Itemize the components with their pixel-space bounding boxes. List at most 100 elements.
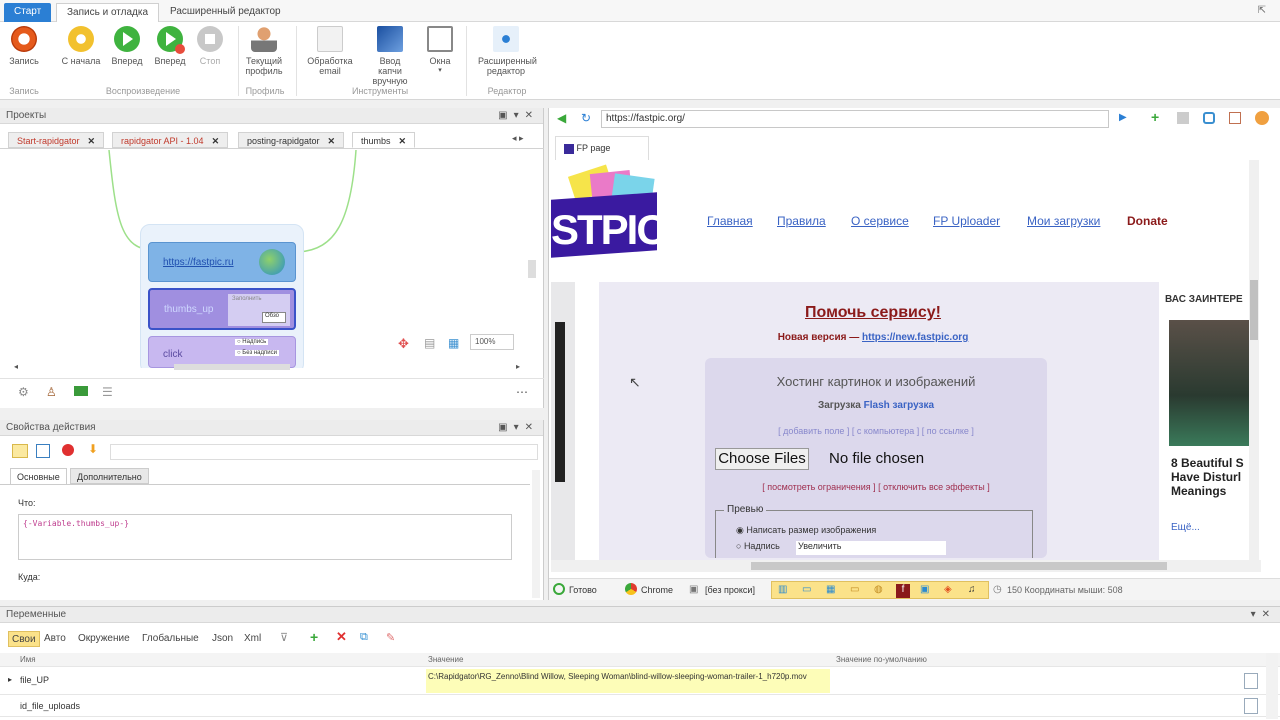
grid-icon[interactable]: ▦ xyxy=(448,336,459,350)
close-icon[interactable]: ✕ xyxy=(399,136,407,146)
tab-main[interactable]: Основные xyxy=(10,468,67,484)
navigate-node[interactable]: https://fastpic.ru xyxy=(148,242,296,282)
nav-about-link[interactable]: О сервисе xyxy=(851,214,909,228)
window-icon[interactable] xyxy=(1203,112,1215,124)
action-search-input[interactable] xyxy=(110,444,538,460)
list-icon[interactable]: ☰ xyxy=(102,385,113,399)
project-tab-start[interactable]: Start-rapidgator ✕ xyxy=(8,132,105,148)
stop-button[interactable]: Стоп xyxy=(187,26,233,66)
nav-home-link[interactable]: Главная xyxy=(707,214,753,228)
cookie-icon[interactable] xyxy=(1255,111,1269,125)
settings-icon[interactable]: ⚙ xyxy=(18,385,29,399)
windows-button[interactable]: Окна ▾ xyxy=(417,26,463,76)
url-input[interactable]: https://fastpic.org/ xyxy=(601,110,1109,128)
vertical-scrollbar[interactable] xyxy=(528,260,536,278)
screen-icon[interactable] xyxy=(1229,112,1241,124)
from-start-button[interactable]: С начала xyxy=(58,26,104,66)
tab-xml[interactable]: Xml xyxy=(244,631,261,647)
download-icon[interactable]: ⬇ xyxy=(88,442,98,456)
tab-global-vars[interactable]: Глобальные xyxy=(142,631,199,647)
flash-upload-link[interactable]: Flash загрузка xyxy=(864,400,934,411)
mode-frame-icon[interactable]: ▭ xyxy=(802,584,811,595)
record-dot-icon[interactable] xyxy=(62,444,74,456)
image-icon[interactable] xyxy=(74,386,88,396)
mode-flash-icon[interactable]: f xyxy=(896,584,910,598)
choose-files-button[interactable]: Choose Files xyxy=(715,448,809,470)
new-version-link[interactable]: https://new.fastpic.org xyxy=(862,332,968,343)
copy-icon[interactable]: ⧉ xyxy=(360,631,368,644)
tab-env-vars[interactable]: Окружение xyxy=(78,631,130,647)
tab-start[interactable]: Старт xyxy=(4,3,52,22)
nav-my-uploads-link[interactable]: Мои загрузки xyxy=(1027,214,1100,228)
browser-tab[interactable]: FP page xyxy=(555,136,649,160)
back-icon[interactable]: ◀ xyxy=(557,111,566,125)
recommend-image[interactable] xyxy=(1169,320,1259,446)
refresh-icon[interactable]: ↻ xyxy=(581,111,591,125)
close-icon[interactable]: ✕ xyxy=(328,136,336,146)
more-link[interactable]: Ещё... xyxy=(1171,522,1200,533)
panel-controls[interactable]: ▣▾✕ xyxy=(498,422,539,433)
col-value[interactable]: Значение xyxy=(428,653,463,667)
row-expander-icon[interactable]: ▸ xyxy=(8,675,12,684)
edit-value-icon[interactable] xyxy=(1244,698,1258,714)
mode-bulb-icon[interactable]: ◍ xyxy=(874,584,883,595)
panel-controls[interactable]: ▾✕ xyxy=(1251,609,1276,620)
panel-controls[interactable]: ▣▾✕ xyxy=(498,110,539,121)
close-icon[interactable]: ✕ xyxy=(212,136,220,146)
add-variable-icon[interactable]: + xyxy=(310,629,318,645)
window-icon[interactable] xyxy=(36,444,50,458)
option-caption-radio[interactable]: ○ Надпись xyxy=(736,541,780,551)
tab-own-vars[interactable]: Свои xyxy=(8,631,40,647)
edit-value-icon[interactable] xyxy=(1244,673,1258,689)
tab-additional[interactable]: Дополнительно xyxy=(70,468,149,484)
close-icon[interactable]: ✕ xyxy=(88,136,96,146)
fastpic-logo[interactable]: STPIC xyxy=(551,164,673,270)
mode-monitor-icon[interactable]: ▣ xyxy=(920,584,929,595)
move-icon[interactable]: ✥ xyxy=(398,336,409,352)
table-row[interactable]: ▸ file_UP C:\Rapidgator\RG_Zenno\Blind W… xyxy=(0,667,1280,695)
page-scrollbar[interactable] xyxy=(1249,160,1259,560)
thumbs-up-node[interactable]: thumbs_up Заполнить Обзо xyxy=(148,288,296,330)
collapse-ribbon-icon[interactable]: ⇱ xyxy=(1258,5,1266,16)
var-value[interactable]: C:\Rapidgator\RG_Zenno\Blind Willow, Sle… xyxy=(426,669,830,693)
add-field-links[interactable]: [ добавить поле ] [ с компьютера ] [ по … xyxy=(705,426,1047,436)
tab-record-debug[interactable]: Запись и отладка xyxy=(56,3,160,22)
zoom-select[interactable]: 100% xyxy=(470,334,514,350)
add-tab-icon[interactable]: + xyxy=(1151,109,1159,125)
mode-box-icon[interactable]: ▭ xyxy=(850,584,859,595)
horizontal-scrollbar[interactable]: ◂ ▸ xyxy=(14,362,520,372)
browser-type[interactable]: Chrome xyxy=(641,585,673,595)
col-name[interactable]: Имя xyxy=(20,653,36,667)
more-icon[interactable]: ⋯ xyxy=(516,385,528,399)
mode-eraser-icon[interactable]: ◈ xyxy=(944,584,952,595)
tab-scroll-arrows[interactable]: ◂ ▸ xyxy=(512,133,524,144)
forward-button[interactable]: Вперед xyxy=(104,26,150,66)
user-icon[interactable]: ♙ xyxy=(46,385,57,399)
tab-json[interactable]: Json xyxy=(212,631,233,647)
go-icon[interactable]: ▶ xyxy=(1119,112,1127,123)
project-tab-api[interactable]: rapidgator API - 1.04 ✕ xyxy=(112,132,229,148)
nav-uploader-link[interactable]: FP Uploader xyxy=(933,214,1000,228)
view-icon[interactable] xyxy=(12,444,28,458)
record-button[interactable]: Запись xyxy=(1,26,47,66)
filter-icon[interactable]: ⊽ xyxy=(280,631,288,644)
email-button[interactable]: Обработка email xyxy=(307,26,353,76)
project-canvas[interactable]: https://fastpic.ru thumbs_up Заполнить О… xyxy=(6,150,532,368)
col-default[interactable]: Значение по-умолчанию xyxy=(836,653,927,667)
variables-scrollbar[interactable] xyxy=(1266,653,1278,719)
mode-page-icon[interactable]: ▥ xyxy=(778,584,787,595)
tab-extended-editor[interactable]: Расширенный редактор xyxy=(160,3,291,22)
what-input[interactable]: {-Variable.thumbs_up-} xyxy=(18,514,512,560)
document-icon[interactable] xyxy=(1177,112,1189,124)
captcha-button[interactable]: Ввод капчи вручную xyxy=(367,26,413,86)
nav-rules-link[interactable]: Правила xyxy=(777,214,826,228)
mode-music-icon[interactable]: ♫ xyxy=(968,584,976,595)
limits-links[interactable]: [ посмотреть ограничения ] [ отключить в… xyxy=(705,482,1047,492)
mode-grid-icon[interactable]: ▦ xyxy=(826,584,835,595)
delete-variable-icon[interactable]: ✕ xyxy=(336,629,347,645)
page-horizontal-scrollbar[interactable] xyxy=(551,560,1261,572)
option-size-radio[interactable]: ◉ Написать размер изображения xyxy=(736,525,876,536)
table-row[interactable]: id_file_uploads xyxy=(0,695,1280,717)
recommend-title-link[interactable]: 8 Beautiful S Have Disturl Meanings xyxy=(1171,456,1259,498)
caption-input[interactable]: Увеличить xyxy=(796,541,946,555)
